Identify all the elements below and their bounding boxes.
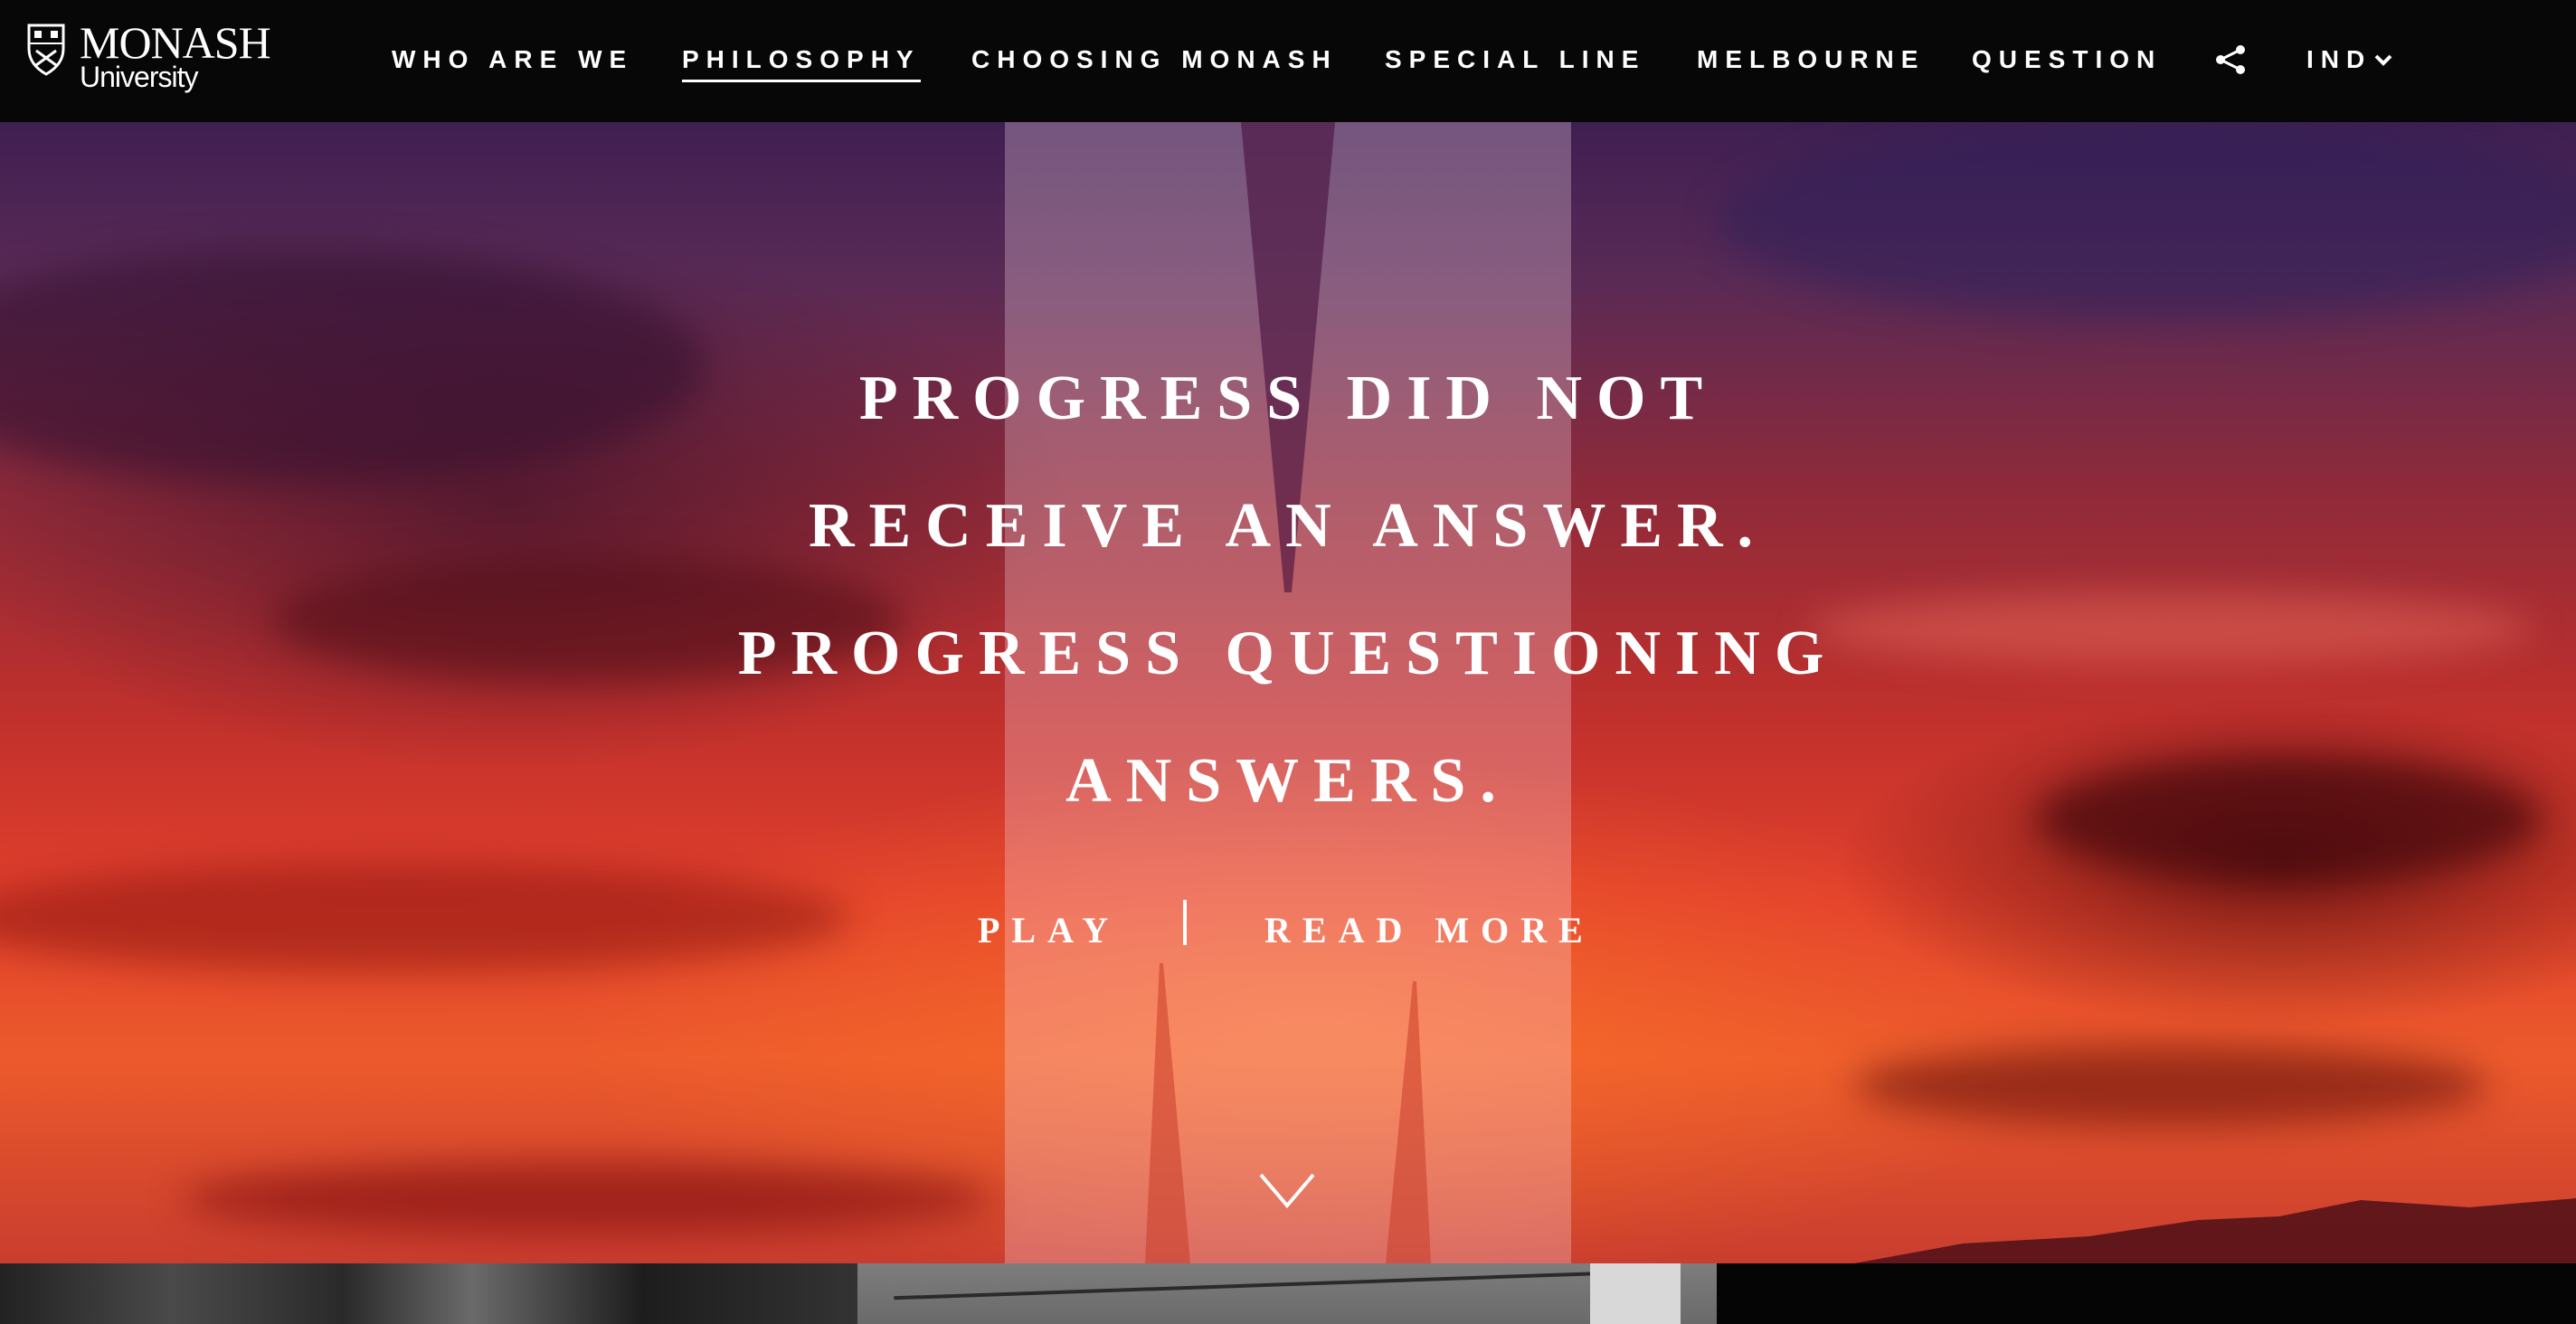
thumbnail-image-1[interactable] — [0, 1263, 857, 1324]
cloud — [1854, 1045, 2487, 1126]
quote-line: PROGRESS DID NOT — [858, 364, 1718, 433]
cloud — [181, 1162, 995, 1234]
nav-special-line[interactable]: SPECIAL LINE — [1385, 45, 1645, 74]
nav-question[interactable]: QUESTION — [1972, 45, 2162, 74]
share-icon[interactable] — [2214, 44, 2247, 75]
spire-bottom-left — [1145, 963, 1190, 1263]
brand-subtitle: University — [80, 61, 198, 93]
thumbnail-image-2[interactable] — [857, 1263, 1717, 1324]
nav-who-are-we[interactable]: WHO ARE WE — [392, 45, 633, 74]
university-crest-icon — [27, 24, 65, 76]
language-selector[interactable]: IND — [2306, 45, 2393, 74]
nav-choosing-monash[interactable]: CHOOSING MONASH — [971, 45, 1338, 74]
language-label: IND — [2306, 45, 2372, 73]
thumbnail-image-3[interactable] — [1717, 1263, 2576, 1324]
thumbnail-detail — [894, 1270, 1635, 1300]
read-more-button[interactable]: READ MORE — [1264, 909, 1595, 951]
hills-silhouette — [1854, 1198, 2576, 1263]
spire-bottom-right — [1386, 981, 1431, 1263]
monash-logo[interactable]: MONASH University — [25, 17, 271, 93]
hero-quote: PROGRESS DID NOT RECEIVE AN ANSWER. PROG… — [0, 335, 2576, 845]
wordmark: MONASH University — [80, 17, 271, 93]
nav-philosophy[interactable]: PHILOSOPHY — [682, 45, 921, 82]
quote-line: RECEIVE AN ANSWER. — [808, 491, 1768, 561]
hero-section: PROGRESS DID NOT RECEIVE AN ANSWER. PROG… — [0, 122, 2576, 1263]
nav-melbourne[interactable]: MELBOURNE — [1697, 45, 1925, 74]
cloud — [1719, 122, 2576, 321]
play-button[interactable]: PLAY — [978, 909, 1120, 951]
quote-line: PROGRESS QUESTIONING — [737, 619, 1839, 688]
scroll-down-chevron-icon[interactable] — [1257, 1171, 1317, 1211]
hero-actions: PLAY READ MORE — [0, 900, 2576, 963]
quote-line: ANSWERS. — [1065, 746, 1511, 816]
action-divider — [1183, 900, 1187, 945]
chevron-down-icon — [2374, 54, 2392, 66]
top-navigation-bar: MONASH University WHO ARE WE PHILOSOPHY … — [0, 0, 2576, 122]
brand-name: MONASH — [80, 17, 271, 68]
thumbnail-detail — [1590, 1263, 1681, 1324]
